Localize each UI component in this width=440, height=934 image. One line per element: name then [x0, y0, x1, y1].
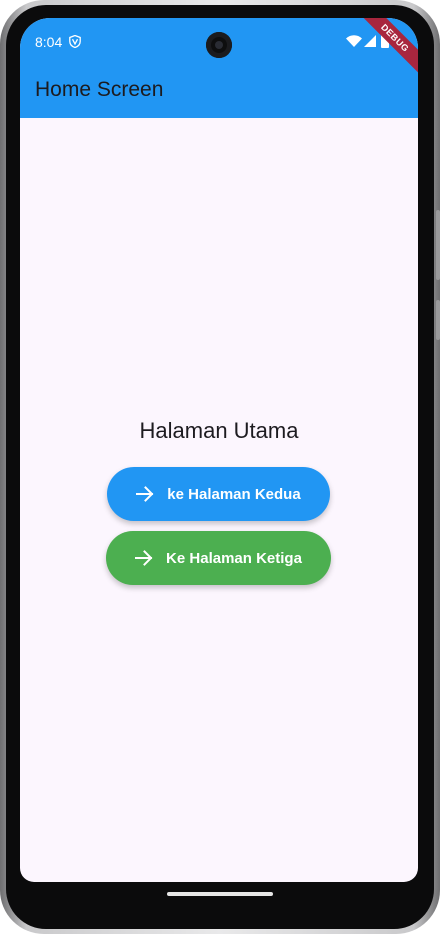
- shield-icon: [69, 35, 81, 48]
- third-page-button[interactable]: Ke Halaman Ketiga: [106, 531, 331, 585]
- arrow-forward-icon: [135, 550, 153, 566]
- app-header: 8:04 DEBUG Home Screen: [20, 18, 418, 118]
- second-page-button-label: ke Halaman Kedua: [167, 485, 301, 503]
- front-camera: [206, 32, 232, 58]
- wifi-icon: [346, 35, 362, 47]
- main-title: Halaman Utama: [139, 418, 299, 443]
- third-page-button-label: Ke Halaman Ketiga: [166, 549, 302, 567]
- status-bar: 8:04 DEBUG: [20, 18, 418, 83]
- signal-icon: [364, 35, 376, 47]
- screen: 8:04 DEBUG Home Screen Halaman Utama ke …: [20, 18, 418, 882]
- power-button: [436, 210, 440, 280]
- status-time: 8:04: [35, 34, 63, 50]
- second-page-button[interactable]: ke Halaman Kedua: [107, 467, 330, 521]
- debug-banner: DEBUG: [350, 18, 418, 83]
- volume-button: [436, 300, 440, 340]
- arrow-forward-icon: [136, 486, 154, 502]
- device-frame: 8:04 DEBUG Home Screen Halaman Utama ke …: [0, 0, 440, 934]
- page-title: Home Screen: [35, 78, 164, 101]
- home-indicator[interactable]: [167, 892, 273, 896]
